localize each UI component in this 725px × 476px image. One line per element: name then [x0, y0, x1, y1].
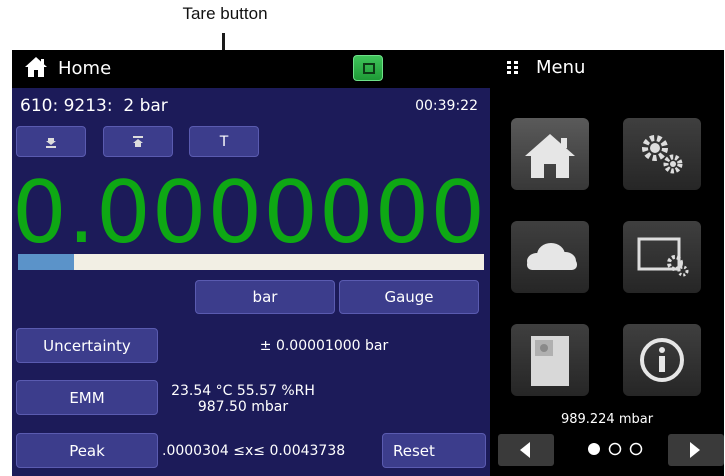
- uncertainty-value: ± 0.00001000 bar: [259, 338, 389, 354]
- uncertainty-button[interactable]: Uncertainty: [16, 328, 158, 363]
- menu-grid-icon: [507, 61, 518, 74]
- menu-next-button[interactable]: [668, 434, 724, 466]
- reset-button[interactable]: Reset: [382, 433, 486, 468]
- menu-header: Menu: [490, 50, 724, 88]
- info-icon: [640, 338, 684, 382]
- chevron-left-icon: [520, 442, 530, 458]
- menu-title: Menu: [536, 57, 586, 78]
- top-bar: Home: [12, 50, 490, 88]
- tare-icon: [133, 135, 143, 147]
- menu-tile-display-settings[interactable]: [623, 221, 701, 293]
- menu-tile-cloud[interactable]: [511, 221, 589, 293]
- page-indicator: [588, 442, 643, 456]
- range-bar: [18, 254, 484, 270]
- zero-icon: [46, 137, 56, 148]
- emm-button[interactable]: EMM: [16, 380, 158, 415]
- callout-label: Tare button: [182, 4, 268, 23]
- page-title: Home: [58, 58, 112, 79]
- page-dot: [608, 442, 622, 456]
- storage-icon: [531, 336, 569, 386]
- zero-button[interactable]: [16, 126, 86, 157]
- barometric-reading: 989.224 mbar: [560, 412, 654, 427]
- home-icon: [525, 134, 575, 178]
- unit-button[interactable]: bar: [195, 280, 335, 314]
- page-dot-active: [588, 443, 600, 455]
- chevron-right-icon: [690, 442, 700, 458]
- emm-barometric: 987.50 mbar: [197, 399, 289, 415]
- menu-tile-info[interactable]: [623, 324, 701, 396]
- pressure-reading: 0.0000000: [12, 163, 487, 263]
- page-dot: [629, 442, 643, 456]
- sensor-id: 610: 9213: 2 bar: [20, 96, 168, 116]
- status-indicator-icon[interactable]: [353, 55, 383, 81]
- peak-button[interactable]: Peak: [16, 433, 158, 468]
- display-settings-icon: [637, 237, 689, 277]
- cloud-icon: [527, 243, 577, 270]
- mode-button[interactable]: Gauge: [339, 280, 479, 314]
- menu-tile-settings[interactable]: [623, 118, 701, 190]
- emm-environment: 23.54 °C 55.57 %RH: [171, 383, 315, 399]
- tare-options-button[interactable]: [103, 126, 173, 157]
- range-bar-fill: [18, 254, 74, 270]
- menu-tile-home[interactable]: [511, 118, 589, 190]
- menu-tile-storage[interactable]: [511, 324, 589, 396]
- device-screen: Home Menu 610: 9213: 2 bar 00:39:22 T 0.…: [12, 50, 724, 476]
- settings-gears-icon: [642, 135, 683, 174]
- clock: 00:39:22: [415, 98, 478, 114]
- home-panel: 610: 9213: 2 bar 00:39:22 T 0.0000000 ba…: [12, 88, 490, 476]
- menu-prev-button[interactable]: [498, 434, 554, 466]
- home-icon[interactable]: [24, 56, 48, 78]
- peak-value: .0000304 ≤x≤ 0.0043738: [162, 443, 346, 459]
- tare-button[interactable]: T: [189, 126, 259, 157]
